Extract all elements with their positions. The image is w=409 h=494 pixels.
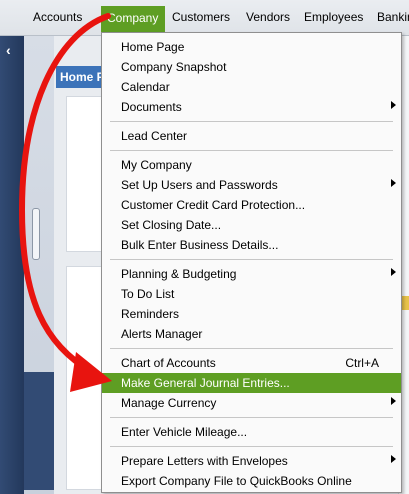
menu-item-make-general-journal-entries[interactable]: Make General Journal Entries...	[102, 373, 401, 393]
submenu-arrow-icon	[391, 101, 396, 109]
menu-item-chart-of-accounts[interactable]: Chart of Accounts Ctrl+A	[102, 353, 401, 373]
menu-separator	[110, 150, 393, 151]
menu-item-to-do-list[interactable]: To Do List	[102, 284, 401, 304]
menu-item-my-company[interactable]: My Company	[102, 155, 401, 175]
menu-item-enter-vehicle-mileage[interactable]: Enter Vehicle Mileage...	[102, 422, 401, 442]
menu-separator	[110, 121, 393, 122]
submenu-arrow-icon	[391, 179, 396, 187]
menu-customers[interactable]: Customers	[172, 10, 230, 24]
menu-accounts[interactable]: Accounts	[33, 10, 82, 24]
submenu-arrow-icon	[391, 268, 396, 276]
menu-separator	[110, 417, 393, 418]
menu-item-reminders[interactable]: Reminders	[102, 304, 401, 324]
nav-panel-lower	[24, 372, 54, 490]
menu-item-documents[interactable]: Documents	[102, 97, 401, 117]
menu-separator	[110, 446, 393, 447]
menu-vendors[interactable]: Vendors	[246, 10, 290, 24]
menu-item-alerts-manager[interactable]: Alerts Manager	[102, 324, 401, 344]
menu-employees[interactable]: Employees	[304, 10, 363, 24]
menu-bar: Accounts Company Customers Vendors Emplo…	[0, 0, 409, 36]
menu-item-export-company-file[interactable]: Export Company File to QuickBooks Online	[102, 471, 401, 491]
menu-item-bulk-enter-business-details[interactable]: Bulk Enter Business Details...	[102, 235, 401, 255]
menu-item-planning-budgeting[interactable]: Planning & Budgeting	[102, 264, 401, 284]
menu-item-set-up-users[interactable]: Set Up Users and Passwords	[102, 175, 401, 195]
menu-item-lead-center[interactable]: Lead Center	[102, 126, 401, 146]
menu-separator	[110, 348, 393, 349]
shortcut-label: Ctrl+A	[345, 356, 379, 370]
company-menu: Home Page Company Snapshot Calendar Docu…	[101, 32, 402, 493]
home-panel-top	[66, 96, 106, 252]
nav-scrollbar[interactable]	[32, 208, 40, 260]
menu-item-home-page[interactable]: Home Page	[102, 37, 401, 57]
chevron-left-icon[interactable]: ‹	[6, 42, 11, 58]
menu-item-set-closing-date[interactable]: Set Closing Date...	[102, 215, 401, 235]
home-panel-bottom	[66, 266, 106, 490]
menu-item-company-snapshot[interactable]: Company Snapshot	[102, 57, 401, 77]
menu-item-prepare-letters[interactable]: Prepare Letters with Envelopes	[102, 451, 401, 471]
submenu-arrow-icon	[391, 455, 396, 463]
menu-separator	[110, 259, 393, 260]
menu-item-credit-card-protection[interactable]: Customer Credit Card Protection...	[102, 195, 401, 215]
left-rail: ‹	[0, 36, 24, 494]
menu-company[interactable]: Company	[101, 6, 165, 32]
menu-item-calendar[interactable]: Calendar	[102, 77, 401, 97]
menu-item-manage-currency[interactable]: Manage Currency	[102, 393, 401, 413]
submenu-arrow-icon	[391, 397, 396, 405]
menu-banking[interactable]: Banking	[377, 10, 409, 24]
